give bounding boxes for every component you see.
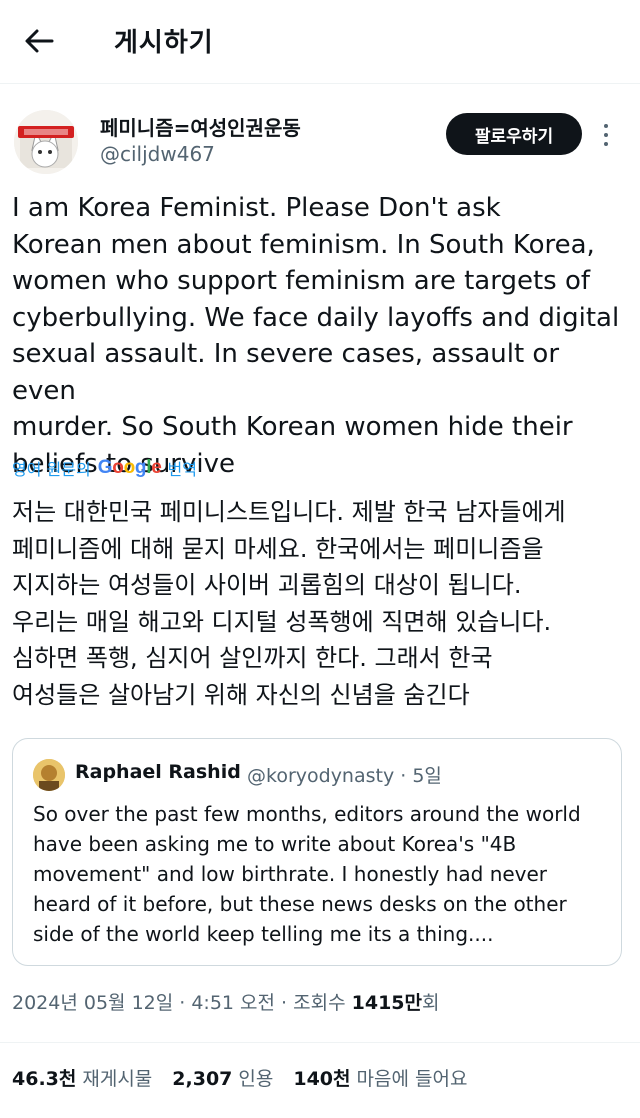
repost-label: 재게시물 (82, 1068, 153, 1090)
like-label: 마음에 들어요 (356, 1068, 468, 1090)
quote-avatar-image (33, 759, 65, 791)
like-count[interactable]: 140천 마음에 들어요 (293, 1064, 467, 1091)
page-title: 게시하기 (114, 28, 214, 58)
like-value: 140천 (293, 1068, 351, 1090)
author-name[interactable]: 페미니즘=여성인권운동 (100, 112, 301, 141)
vertical-ellipsis-icon (604, 142, 608, 146)
repost-count[interactable]: 46.3천 재게시물 (12, 1064, 152, 1091)
vertical-ellipsis-icon (604, 124, 608, 128)
author-avatar[interactable] (14, 110, 78, 174)
vertical-ellipsis-icon (604, 133, 608, 137)
tweet-author: 페미니즘=여성인권운동 @ciljdw467 팔로우하기 (14, 106, 626, 176)
tweet-text: I am Korea Feminist. Please Don't ask Ko… (12, 193, 620, 479)
repost-value: 46.3천 (12, 1068, 77, 1090)
avatar-image (14, 110, 78, 174)
quote-value: 2,307 (172, 1068, 233, 1090)
translation-prefix: 영어 원문의 (12, 460, 91, 479)
translation-suffix: 번역 (167, 460, 197, 479)
top-bar: 게시하기 (0, 0, 640, 84)
quote-count[interactable]: 2,307 인용 (172, 1064, 273, 1091)
translated-text: 저는 대한민국 페미니스트입니다. 제발 한국 남자들에게 페미니즘에 대해 묻… (12, 498, 566, 709)
quoted-tweet[interactable]: Raphael Rashid @koryodynasty · 5일 So ove… (12, 738, 622, 966)
divider (0, 1042, 640, 1043)
view-count: 1415만 (351, 992, 422, 1014)
tweet-meta: 2024년 05월 12일 · 4:51 오전 · 조회수 1415만회 (12, 988, 439, 1015)
quote-author-name: Raphael Rashid (75, 761, 241, 783)
author-handle[interactable]: @ciljdw467 (100, 142, 215, 166)
quote-author-handle: @koryodynasty · 5일 (247, 765, 442, 787)
quote-label: 인용 (238, 1068, 274, 1090)
follow-button[interactable]: 팔로우하기 (446, 113, 582, 155)
quote-text: So over the past few months, editors aro… (33, 802, 581, 946)
google-logo: Google (97, 457, 162, 478)
tweet-datetime[interactable]: 2024년 05월 12일 · 4:51 오전 · 조회수 (12, 992, 352, 1014)
back-button[interactable] (18, 20, 60, 62)
view-suffix: 회 (422, 992, 440, 1014)
more-options-button[interactable] (598, 120, 614, 150)
arrow-left-icon (25, 29, 54, 53)
quote-author-avatar (33, 759, 65, 791)
translation-attribution[interactable]: 영어 원문의 Google 번역 (12, 456, 197, 480)
engagement-stats: 46.3천 재게시물 2,307 인용 140천 마음에 들어요 (12, 1064, 487, 1091)
